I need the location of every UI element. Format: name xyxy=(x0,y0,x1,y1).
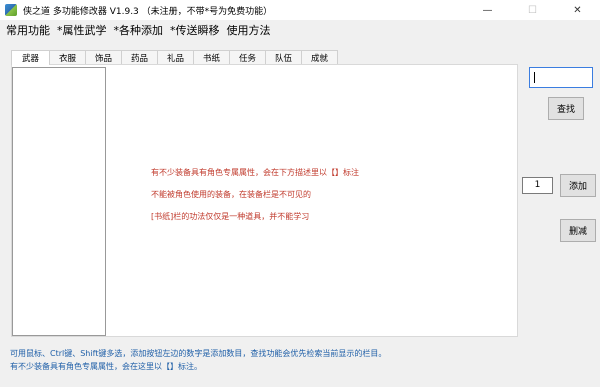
text-caret xyxy=(534,72,535,83)
menu-usage[interactable]: 使用方法 xyxy=(224,22,274,38)
quantity-input[interactable]: 1 xyxy=(522,177,553,194)
tab-gifts[interactable]: 礼品 xyxy=(157,50,194,64)
tab-quests[interactable]: 任务 xyxy=(229,50,266,64)
footer-exclusive-note: 有不少装备具有角色专属属性，会在这里以【】标注。 xyxy=(10,362,202,371)
note-book-items: [书纸]栏的功法仅仅是一种道具，并不能学习 xyxy=(151,212,310,221)
tab-medicine[interactable]: 药品 xyxy=(121,50,158,64)
window-title: 侠之道 多功能修改器 V1.9.3 （未注册，不带*号为免费功能） xyxy=(23,6,273,17)
tab-achievements[interactable]: 成就 xyxy=(301,50,338,64)
maximize-button[interactable]: ☐ xyxy=(510,0,555,20)
search-button[interactable]: 查找 xyxy=(548,97,584,120)
menu-add-items[interactable]: *各种添加 xyxy=(111,22,167,38)
footer-hint: 可用鼠标、Ctrl键、Shift键多选，添加按钮左边的数字是添加数目，查找功能会… xyxy=(10,349,387,358)
tab-weapons[interactable]: 武器 xyxy=(11,50,50,65)
title-bar: 侠之道 多功能修改器 V1.9.3 （未注册，不带*号为免费功能） — ☐ ✕ xyxy=(0,0,600,20)
tab-clothes[interactable]: 衣服 xyxy=(49,50,86,64)
menu-common-functions[interactable]: 常用功能 xyxy=(3,22,53,38)
menu-attributes-martial[interactable]: *属性武学 xyxy=(54,22,110,38)
item-list[interactable] xyxy=(12,67,106,336)
add-button[interactable]: 添加 xyxy=(560,174,596,197)
tab-books[interactable]: 书纸 xyxy=(193,50,230,64)
search-input[interactable] xyxy=(529,67,593,88)
note-exclusive-attributes: 有不少装备具有角色专属属性，会在下方描述里以【】标注 xyxy=(151,168,359,177)
window-controls: — ☐ ✕ xyxy=(465,0,600,20)
tab-party[interactable]: 队伍 xyxy=(265,50,302,64)
item-tabs: 武器 衣服 饰品 药品 礼品 书纸 任务 队伍 成就 xyxy=(11,50,338,65)
minimize-button[interactable]: — xyxy=(465,0,510,20)
delete-button[interactable]: 删减 xyxy=(560,219,596,242)
app-icon xyxy=(5,4,17,16)
menu-teleport[interactable]: *传送瞬移 xyxy=(167,22,223,38)
tab-accessories[interactable]: 饰品 xyxy=(85,50,122,64)
close-button[interactable]: ✕ xyxy=(555,0,600,20)
tab-panel: 有不少装备具有角色专属属性，会在下方描述里以【】标注 不能被角色使用的装备，在装… xyxy=(11,64,518,337)
note-invisible-equipment: 不能被角色使用的装备，在装备栏是不可见的 xyxy=(151,190,311,199)
menu-bar: 常用功能 *属性武学 *各种添加 *传送瞬移 使用方法 xyxy=(0,20,600,40)
